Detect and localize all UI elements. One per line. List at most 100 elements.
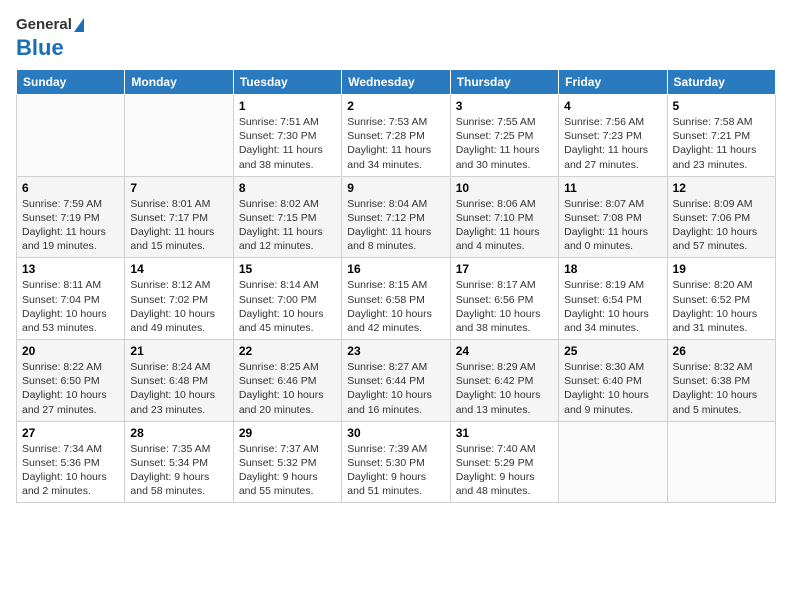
calendar-cell: 25 Sunrise: 8:30 AMSunset: 6:40 PMDayligh…	[559, 340, 667, 422]
calendar-week-3: 13 Sunrise: 8:11 AMSunset: 7:04 PMDayligh…	[17, 258, 776, 340]
day-info: Sunrise: 8:09 AMSunset: 7:06 PMDaylight:…	[673, 197, 770, 254]
calendar-cell: 1 Sunrise: 7:51 AMSunset: 7:30 PMDaylight…	[233, 95, 341, 177]
calendar-cell: 12 Sunrise: 8:09 AMSunset: 7:06 PMDayligh…	[667, 176, 775, 258]
calendar-cell: 15 Sunrise: 8:14 AMSunset: 7:00 PMDayligh…	[233, 258, 341, 340]
calendar-cell: 16 Sunrise: 8:15 AMSunset: 6:58 PMDayligh…	[342, 258, 450, 340]
day-number: 30	[347, 426, 444, 440]
day-number: 16	[347, 262, 444, 276]
calendar-header-saturday: Saturday	[667, 70, 775, 95]
day-number: 20	[22, 344, 119, 358]
day-number: 3	[456, 99, 553, 113]
page-header: General Blue	[16, 16, 776, 61]
calendar-week-5: 27 Sunrise: 7:34 AMSunset: 5:36 PMDayligh…	[17, 421, 776, 503]
day-number: 5	[673, 99, 770, 113]
day-number: 14	[130, 262, 227, 276]
day-info: Sunrise: 7:35 AMSunset: 5:34 PMDaylight:…	[130, 442, 227, 499]
day-number: 17	[456, 262, 553, 276]
calendar-cell: 29 Sunrise: 7:37 AMSunset: 5:32 PMDayligh…	[233, 421, 341, 503]
calendar-cell: 28 Sunrise: 7:35 AMSunset: 5:34 PMDayligh…	[125, 421, 233, 503]
calendar-header-sunday: Sunday	[17, 70, 125, 95]
logo-blue: Blue	[16, 35, 64, 61]
day-info: Sunrise: 8:20 AMSunset: 6:52 PMDaylight:…	[673, 278, 770, 335]
day-info: Sunrise: 8:32 AMSunset: 6:38 PMDaylight:…	[673, 360, 770, 417]
calendar-cell: 22 Sunrise: 8:25 AMSunset: 6:46 PMDayligh…	[233, 340, 341, 422]
day-info: Sunrise: 7:53 AMSunset: 7:28 PMDaylight:…	[347, 115, 444, 172]
logo-general: General	[16, 16, 72, 33]
calendar-cell: 19Sunrise: 8:20 AMSunset: 6:52 PMDayligh…	[667, 258, 775, 340]
day-info: Sunrise: 7:39 AMSunset: 5:30 PMDaylight:…	[347, 442, 444, 499]
calendar-cell: 14 Sunrise: 8:12 AMSunset: 7:02 PMDayligh…	[125, 258, 233, 340]
calendar-cell: 23Sunrise: 8:27 AMSunset: 6:44 PMDayligh…	[342, 340, 450, 422]
day-number: 13	[22, 262, 119, 276]
calendar-cell: 30 Sunrise: 7:39 AMSunset: 5:30 PMDayligh…	[342, 421, 450, 503]
day-info: Sunrise: 8:02 AMSunset: 7:15 PMDaylight:…	[239, 197, 336, 254]
day-number: 8	[239, 181, 336, 195]
day-info: Sunrise: 7:40 AMSunset: 5:29 PMDaylight:…	[456, 442, 553, 499]
calendar-table: SundayMondayTuesdayWednesdayThursdayFrid…	[16, 69, 776, 503]
day-number: 27	[22, 426, 119, 440]
day-number: 26	[673, 344, 770, 358]
calendar-cell: 21 Sunrise: 8:24 AMSunset: 6:48 PMDayligh…	[125, 340, 233, 422]
day-number: 29	[239, 426, 336, 440]
calendar-cell: 5 Sunrise: 7:58 AMSunset: 7:21 PMDaylight…	[667, 95, 775, 177]
calendar-header-tuesday: Tuesday	[233, 70, 341, 95]
day-info: Sunrise: 8:30 AMSunset: 6:40 PMDaylight:…	[564, 360, 661, 417]
day-number: 28	[130, 426, 227, 440]
day-number: 2	[347, 99, 444, 113]
day-number: 10	[456, 181, 553, 195]
day-info: Sunrise: 8:25 AMSunset: 6:46 PMDaylight:…	[239, 360, 336, 417]
day-info: Sunrise: 8:12 AMSunset: 7:02 PMDaylight:…	[130, 278, 227, 335]
day-number: 4	[564, 99, 661, 113]
day-info: Sunrise: 8:22 AMSunset: 6:50 PMDaylight:…	[22, 360, 119, 417]
calendar-cell: 13 Sunrise: 8:11 AMSunset: 7:04 PMDayligh…	[17, 258, 125, 340]
day-info: Sunrise: 7:58 AMSunset: 7:21 PMDaylight:…	[673, 115, 770, 172]
day-number: 7	[130, 181, 227, 195]
day-info: Sunrise: 7:56 AMSunset: 7:23 PMDaylight:…	[564, 115, 661, 172]
day-info: Sunrise: 8:04 AMSunset: 7:12 PMDaylight:…	[347, 197, 444, 254]
day-number: 11	[564, 181, 661, 195]
day-info: Sunrise: 7:51 AMSunset: 7:30 PMDaylight:…	[239, 115, 336, 172]
calendar-body: 1 Sunrise: 7:51 AMSunset: 7:30 PMDaylight…	[17, 95, 776, 503]
day-number: 21	[130, 344, 227, 358]
day-info: Sunrise: 8:01 AMSunset: 7:17 PMDaylight:…	[130, 197, 227, 254]
day-info: Sunrise: 8:15 AMSunset: 6:58 PMDaylight:…	[347, 278, 444, 335]
day-number: 6	[22, 181, 119, 195]
day-number: 12	[673, 181, 770, 195]
day-number: 15	[239, 262, 336, 276]
calendar-cell: 26 Sunrise: 8:32 AMSunset: 6:38 PMDayligh…	[667, 340, 775, 422]
day-number: 25	[564, 344, 661, 358]
day-info: Sunrise: 7:37 AMSunset: 5:32 PMDaylight:…	[239, 442, 336, 499]
day-info: Sunrise: 8:27 AMSunset: 6:44 PMDaylight:…	[347, 360, 444, 417]
calendar-cell: 17Sunrise: 8:17 AMSunset: 6:56 PMDayligh…	[450, 258, 558, 340]
day-info: Sunrise: 8:07 AMSunset: 7:08 PMDaylight:…	[564, 197, 661, 254]
calendar-cell: 18Sunrise: 8:19 AMSunset: 6:54 PMDayligh…	[559, 258, 667, 340]
calendar-header-row: SundayMondayTuesdayWednesdayThursdayFrid…	[17, 70, 776, 95]
day-info: Sunrise: 7:34 AMSunset: 5:36 PMDaylight:…	[22, 442, 119, 499]
calendar-cell: 7 Sunrise: 8:01 AMSunset: 7:17 PMDaylight…	[125, 176, 233, 258]
calendar-cell: 24 Sunrise: 8:29 AMSunset: 6:42 PMDayligh…	[450, 340, 558, 422]
day-info: Sunrise: 7:59 AMSunset: 7:19 PMDaylight:…	[22, 197, 119, 254]
calendar-cell: 10 Sunrise: 8:06 AMSunset: 7:10 PMDayligh…	[450, 176, 558, 258]
day-number: 24	[456, 344, 553, 358]
day-number: 18	[564, 262, 661, 276]
calendar-header-friday: Friday	[559, 70, 667, 95]
day-number: 22	[239, 344, 336, 358]
day-number: 1	[239, 99, 336, 113]
day-info: Sunrise: 8:14 AMSunset: 7:00 PMDaylight:…	[239, 278, 336, 335]
day-number: 9	[347, 181, 444, 195]
logo-triangle-icon	[74, 18, 84, 32]
day-info: Sunrise: 8:24 AMSunset: 6:48 PMDaylight:…	[130, 360, 227, 417]
day-info: Sunrise: 8:29 AMSunset: 6:42 PMDaylight:…	[456, 360, 553, 417]
day-info: Sunrise: 7:55 AMSunset: 7:25 PMDaylight:…	[456, 115, 553, 172]
calendar-cell: 20 Sunrise: 8:22 AMSunset: 6:50 PMDayligh…	[17, 340, 125, 422]
calendar-cell	[667, 421, 775, 503]
calendar-cell: 2 Sunrise: 7:53 AMSunset: 7:28 PMDaylight…	[342, 95, 450, 177]
calendar-cell: 27 Sunrise: 7:34 AMSunset: 5:36 PMDayligh…	[17, 421, 125, 503]
day-number: 31	[456, 426, 553, 440]
day-info: Sunrise: 8:11 AMSunset: 7:04 PMDaylight:…	[22, 278, 119, 335]
calendar-header-wednesday: Wednesday	[342, 70, 450, 95]
calendar-cell: 8 Sunrise: 8:02 AMSunset: 7:15 PMDaylight…	[233, 176, 341, 258]
calendar-cell: 11 Sunrise: 8:07 AMSunset: 7:08 PMDayligh…	[559, 176, 667, 258]
day-info: Sunrise: 8:06 AMSunset: 7:10 PMDaylight:…	[456, 197, 553, 254]
calendar-cell: 6 Sunrise: 7:59 AMSunset: 7:19 PMDaylight…	[17, 176, 125, 258]
